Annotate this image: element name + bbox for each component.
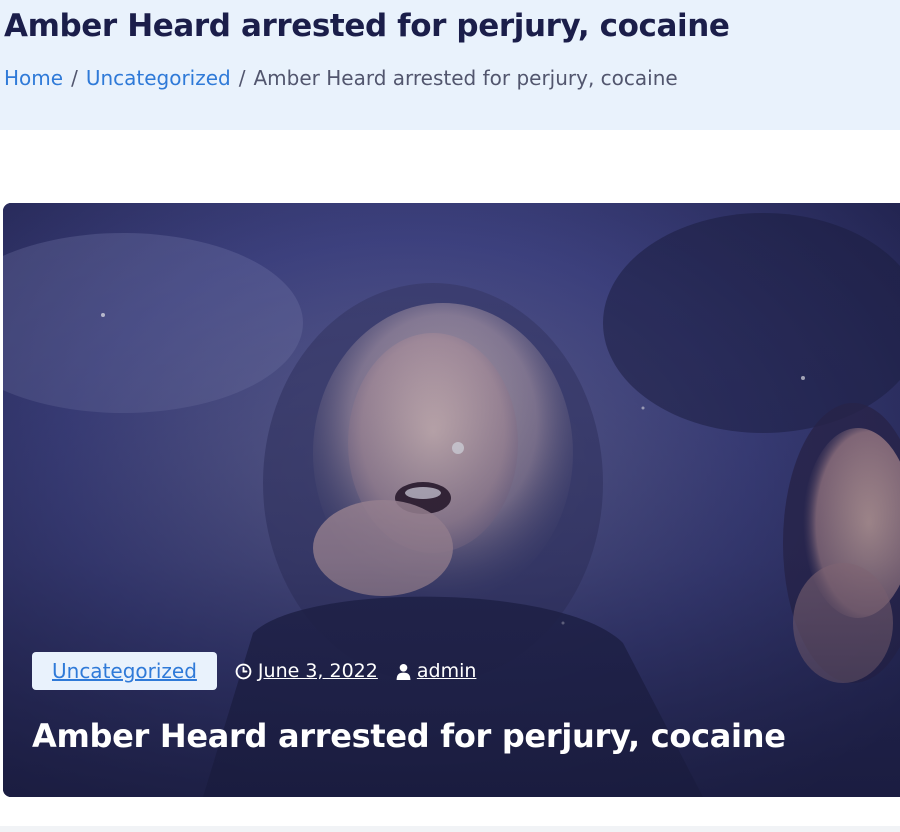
- post-date: June 3, 2022: [235, 660, 378, 682]
- post-title[interactable]: Amber Heard arrested for perjury, cocain…: [32, 717, 786, 755]
- clock-icon: [235, 663, 252, 679]
- user-icon: [396, 663, 411, 680]
- page-title: Amber Heard arrested for perjury, cocain…: [4, 8, 730, 44]
- page-header: Amber Heard arrested for perjury, cocain…: [0, 0, 900, 130]
- featured-post-hero[interactable]: Uncategorized June 3, 2022 admin Amber H…: [3, 203, 900, 797]
- breadcrumb-separator: /: [71, 66, 78, 90]
- featured-image[interactable]: [3, 203, 900, 797]
- category-badge[interactable]: Uncategorized: [32, 652, 217, 690]
- post-date-link[interactable]: June 3, 2022: [258, 660, 378, 682]
- breadcrumb: Home / Uncategorized / Amber Heard arrested …: [4, 66, 678, 90]
- breadcrumb-home-link[interactable]: Home: [4, 66, 63, 90]
- post-author: admin: [396, 660, 477, 682]
- section-divider: [0, 826, 900, 832]
- breadcrumb-separator: /: [238, 66, 246, 90]
- breadcrumb-current: Amber Heard arrested for perjury, cocain…: [253, 66, 678, 90]
- breadcrumb-category-link[interactable]: Uncategorized: [86, 66, 231, 90]
- post-author-link[interactable]: admin: [417, 660, 477, 682]
- post-meta: Uncategorized June 3, 2022 admin: [32, 651, 476, 691]
